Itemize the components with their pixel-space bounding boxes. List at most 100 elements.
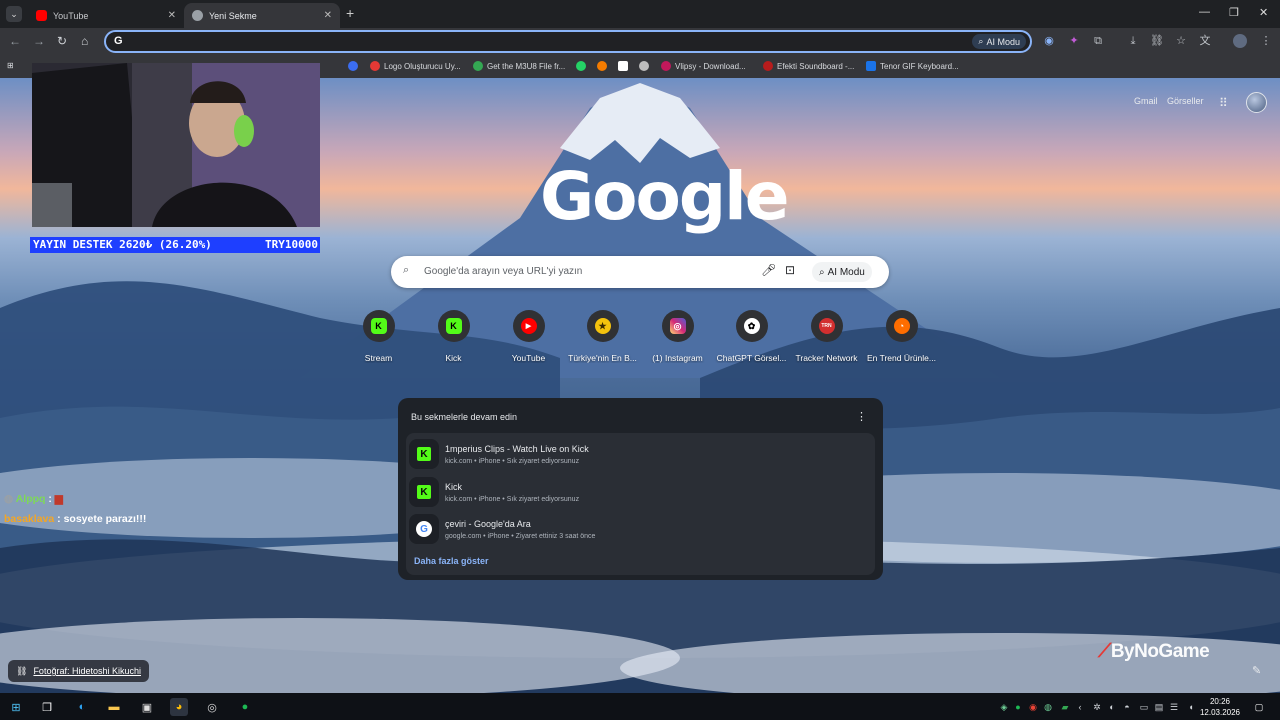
taskbar-clock[interactable]: 20:26 12.03.2026 (1198, 696, 1242, 718)
google-lens-icon[interactable]: ⊡ (785, 263, 795, 277)
gmail-link[interactable]: Gmail (1134, 96, 1158, 106)
bookmark-logo[interactable]: Logo Oluşturucu Uy... (370, 61, 461, 71)
close-tab-icon[interactable]: ✕ (324, 10, 332, 21)
shortcut-kick[interactable]: K Kick (416, 310, 491, 363)
extension-purple-icon[interactable]: ✦ (1067, 34, 1081, 48)
tab-title: YouTube (53, 10, 89, 21)
list-item[interactable]: K 1mperius Clips - Watch Live on Kick ki… (406, 436, 875, 472)
home-icon[interactable]: ⌂ (81, 34, 88, 48)
trn-icon: TRN (818, 318, 835, 334)
minimize-icon[interactable]: — (1199, 6, 1210, 18)
bookmark-efekti[interactable]: Efekti Soundboard -... (763, 61, 854, 71)
donation-goal-bar: YAYIN DESTEK 2620₺ (26.20%) TRY10000 (30, 237, 320, 253)
list-item[interactable]: G çeviri - Google'da Ara google.com • iP… (406, 511, 875, 547)
new-tab-button[interactable]: + (346, 5, 354, 21)
obs-icon[interactable]: ◎ (203, 698, 221, 716)
profile-avatar-icon[interactable] (1233, 34, 1247, 48)
windows-start-icon[interactable]: ⊞ (7, 698, 25, 716)
tray-spotify-icon[interactable]: ● (1012, 701, 1024, 713)
wifi-icon[interactable]: ☰ (1168, 701, 1180, 713)
apps-grid-icon[interactable]: ⊞ (7, 61, 14, 70)
google-g-icon: G (416, 521, 432, 537)
microphone-icon[interactable]: 🎤︎ (761, 263, 776, 277)
tab-search-chevron-icon[interactable]: ⌄ (6, 6, 22, 22)
sparkle-search-icon: ⌕ (978, 36, 984, 46)
instagram-icon: ◎ (669, 318, 686, 334)
forward-icon[interactable]: → (33, 34, 45, 48)
whatsapp-icon[interactable] (576, 61, 586, 71)
shortcut-youtube[interactable]: ▶ YouTube (491, 310, 566, 363)
link-icon[interactable]: ⛓ (1150, 34, 1164, 48)
tab-youtube[interactable]: YouTube ✕ (28, 3, 184, 28)
close-window-icon[interactable]: ✕ (1259, 6, 1268, 19)
tray-monitor-icon[interactable]: ▭ (1138, 701, 1150, 713)
images-link[interactable]: Görseller (1167, 96, 1204, 106)
bookmark-star-icon[interactable]: ☆ (1174, 34, 1188, 48)
ai-mode-label: AI Modu (827, 266, 865, 278)
tray-settings-icon[interactable]: ✲ (1091, 701, 1103, 713)
tray-nvidia-icon[interactable]: ▰ (1059, 701, 1071, 713)
task-view-icon[interactable]: ❒ (38, 698, 56, 716)
trend-icon: ◔ (893, 318, 910, 334)
google-apps-grid-icon[interactable]: ⠿ (1219, 96, 1228, 110)
notifications-icon[interactable]: ▢ (1253, 701, 1265, 713)
bookmark-orange-icon[interactable] (597, 61, 607, 71)
network-icon[interactable]: ▤ (1153, 701, 1165, 713)
store-icon[interactable]: ▣ (138, 698, 156, 716)
shortcut-trend[interactable]: ◔ En Trend Ürünle... (864, 310, 939, 363)
google-account-avatar[interactable] (1246, 92, 1267, 113)
translate-icon[interactable]: 文 (1198, 34, 1212, 48)
shortcut-label: Türkiye'nin En B... (568, 353, 637, 363)
cast-icon[interactable]: ◉ (1042, 34, 1056, 48)
reload-icon[interactable]: ↻ (57, 34, 67, 48)
yellow-emblem-icon: ★ (594, 318, 611, 334)
tray-steam-icon[interactable]: ◐ (1106, 701, 1118, 713)
bookmark-vlipsy[interactable]: Vlipsy - Download... (661, 61, 746, 71)
chat-message: ◍ Alppq : ▆ (4, 493, 63, 505)
close-tab-icon[interactable]: ✕ (168, 10, 176, 21)
bookmark-grey-icon[interactable] (639, 61, 649, 71)
bookmark-m3u8[interactable]: Get the M3U8 File fr... (473, 61, 565, 71)
shortcut-chatgpt[interactable]: ✿ ChatGPT Görsel... (714, 310, 789, 363)
tray-app-icon[interactable]: ◈ (998, 701, 1010, 713)
chrome-icon[interactable]: ◕ (170, 698, 188, 716)
tray-record-icon[interactable]: ◉ (1027, 701, 1039, 713)
edge-icon[interactable]: ◐ (73, 698, 91, 716)
item-subtitle: kick.com • iPhone • Sık ziyaret ediyorsu… (445, 496, 580, 503)
shortcut-turkiye[interactable]: ★ Türkiye'nin En B... (565, 310, 640, 363)
bookmark-tenor[interactable]: Tenor GIF Keyboard... (866, 61, 959, 71)
back-icon[interactable]: ← (9, 34, 21, 48)
shortcut-label: ChatGPT Görsel... (716, 353, 787, 363)
shortcut-stream[interactable]: K Stream (341, 310, 416, 363)
list-item[interactable]: K Kick kick.com • iPhone • Sık ziyaret e… (406, 474, 875, 510)
tray-green-icon[interactable]: ◍ (1042, 701, 1054, 713)
tray-discord-icon[interactable]: ◓ (1121, 701, 1133, 713)
extensions-puzzle-icon[interactable]: ⧉ (1091, 34, 1105, 48)
google-search-box[interactable]: ⌕ Google'da arayın veya URL'yi yazın 🎤︎ … (391, 256, 889, 288)
google-logo: Google (540, 158, 790, 235)
show-more-link[interactable]: Daha fazla göster (414, 556, 489, 566)
tab-new-tab[interactable]: Yeni Sekme ✕ (184, 3, 340, 28)
ai-mode-button[interactable]: ⌕ AI Modu (812, 262, 872, 282)
amazon-icon[interactable] (618, 61, 628, 71)
more-options-icon[interactable]: ⋮ (856, 410, 867, 423)
item-subtitle: kick.com • iPhone • Sık ziyaret ediyorsu… (445, 458, 580, 465)
download-icon[interactable]: ⤓ (1126, 34, 1140, 48)
restore-icon[interactable]: ❐ (1229, 6, 1239, 19)
customize-pencil-icon[interactable]: ✎ (1252, 664, 1261, 677)
spotify-icon[interactable]: ● (236, 698, 254, 716)
card-list: K 1mperius Clips - Watch Live on Kick ki… (406, 433, 875, 575)
item-title: Kick (445, 482, 463, 492)
volume-icon[interactable]: ◖ (1185, 701, 1197, 713)
address-bar[interactable]: G ⌕ AI Modu (104, 30, 1032, 53)
bookmark-icon-only[interactable] (348, 61, 358, 71)
clock-time: 20:26 (1209, 697, 1231, 706)
chat-text: sosyete parazı!!! (63, 513, 147, 525)
shortcut-tracker-network[interactable]: TRN Tracker Network (789, 310, 864, 363)
photo-credit-link[interactable]: ⛓ Fotoğraf: Hidetoshi Kikuchi (8, 660, 149, 682)
menu-kebab-icon[interactable]: ⋮ (1259, 34, 1273, 48)
omnibox-ai-mode-button[interactable]: ⌕ AI Modu (972, 34, 1026, 49)
file-explorer-icon[interactable]: ▬ (105, 698, 123, 716)
tray-arrow-icon[interactable]: ‹ (1074, 701, 1086, 713)
shortcut-instagram[interactable]: ◎ (1) Instagram (640, 310, 715, 363)
